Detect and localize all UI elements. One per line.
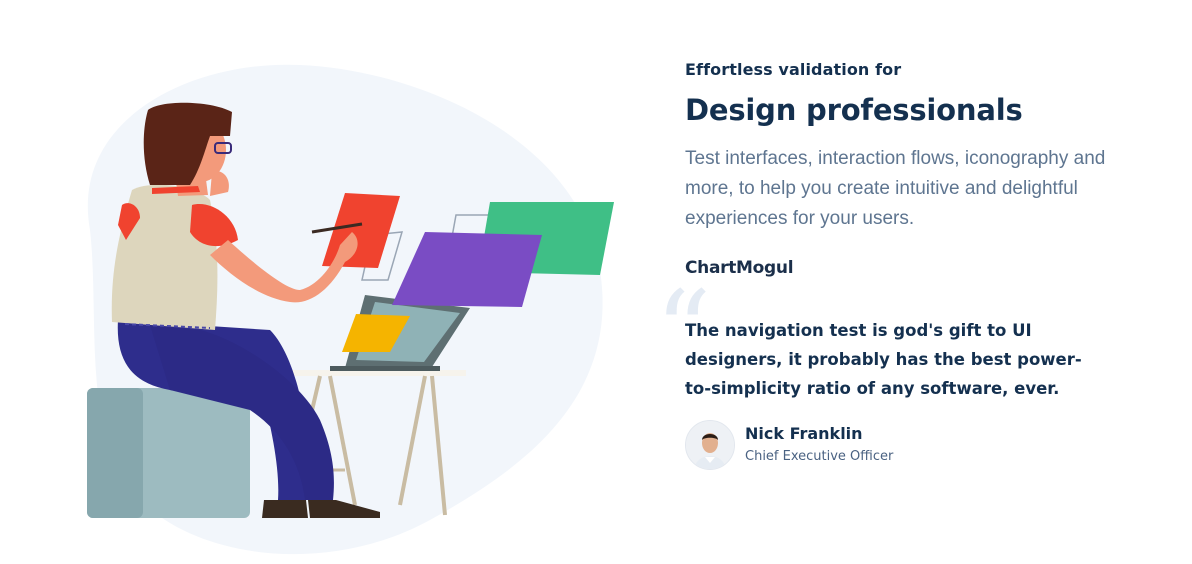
designer-illustration [87, 64, 614, 555]
author-title: Chief Executive Officer [745, 449, 894, 464]
avatar [685, 420, 735, 470]
hero-title: Design professionals [685, 93, 1023, 127]
hero-eyebrow: Effortless validation for [685, 60, 902, 79]
testimonial-quote: The navigation test is god's gift to UI … [685, 321, 1082, 398]
testimonial-author: Nick Franklin Chief Executive Officer [685, 420, 893, 470]
author-name: Nick Franklin [745, 424, 863, 443]
person-avatar-icon [686, 421, 734, 469]
stool [87, 388, 250, 518]
hero-content: Effortless validation for Design profess… [655, 58, 1155, 470]
hero-description: Test interfaces, interaction flows, icon… [685, 148, 1106, 229]
